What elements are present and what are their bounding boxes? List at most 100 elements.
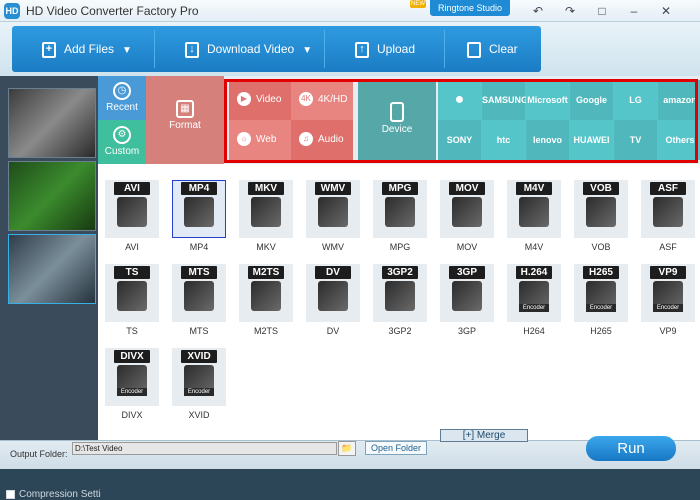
format-badge: 3GP: [449, 266, 485, 279]
format-tile-m4v[interactable]: M4V M4V: [505, 172, 563, 256]
film-reel-icon: [117, 281, 147, 311]
open-folder-button[interactable]: Open Folder: [365, 441, 427, 455]
format-tile-dv[interactable]: DV DV: [304, 256, 362, 340]
film-reel-icon: [318, 281, 348, 311]
film-reel-icon: [318, 197, 348, 227]
format-name: WMV: [322, 242, 344, 252]
upload-button[interactable]: ↑ Upload: [345, 30, 445, 68]
browse-folder-icon[interactable]: 📁: [338, 441, 356, 456]
format-tile-3gp[interactable]: 3GP 3GP: [438, 256, 496, 340]
download-icon: ↓: [185, 41, 199, 58]
main-toolbar: + Add Files ▼ ↓ Download Video ▼ ↑ Upload Cle…: [0, 22, 700, 76]
merge-label: Merge: [476, 430, 506, 441]
add-files-label: Add Files: [64, 42, 115, 56]
clock-icon: ◷: [113, 82, 131, 100]
format-name: ASF: [659, 242, 677, 252]
format-label: Format: [169, 120, 201, 131]
compression-settings-toggle[interactable]: Compression Setti: [6, 489, 101, 500]
encoder-label: Encoder: [653, 304, 683, 312]
format-name: H264: [523, 326, 545, 336]
format-tile-mp4[interactable]: MP4 MP4: [170, 172, 228, 256]
format-tile-xvid[interactable]: XVID Encoder XVID: [170, 340, 228, 424]
film-reel-icon: [519, 197, 549, 227]
format-badge: ASF: [650, 182, 686, 195]
film-reel-icon: [586, 197, 616, 227]
format-badge: TS: [114, 266, 150, 279]
upload-label: Upload: [377, 42, 416, 56]
video-thumbnail[interactable]: [8, 88, 96, 158]
tab-recent[interactable]: ◷ Recent: [98, 76, 146, 120]
file-list-panel: Compression Setti: [0, 76, 101, 500]
redo-icon[interactable]: ↷: [559, 2, 581, 20]
format-badge: MP4: [181, 182, 217, 195]
format-badge: M2TS: [248, 266, 284, 279]
format-name: MPG: [389, 242, 411, 252]
format-tile-mov[interactable]: MOV MOV: [438, 172, 496, 256]
format-tile-wmv[interactable]: WMV WMV: [304, 172, 362, 256]
chat-icon[interactable]: □: [591, 2, 613, 20]
trash-icon: [467, 41, 481, 58]
format-badge: WMV: [315, 182, 351, 195]
merge-button[interactable]: [+] Merge: [440, 429, 528, 442]
format-badge: 3GP2: [382, 266, 418, 279]
highlight-frame: [224, 79, 698, 163]
format-badge: VP9: [650, 266, 686, 279]
film-reel-icon: [452, 281, 482, 311]
format-tile-h264[interactable]: H.264 Encoder H264: [505, 256, 563, 340]
film-reel-icon: [251, 197, 281, 227]
format-tile-avi[interactable]: AVI AVI: [103, 172, 161, 256]
recent-label: Recent: [106, 102, 138, 113]
run-button[interactable]: Run: [586, 436, 676, 461]
film-reel-icon: [184, 281, 214, 311]
minimize-icon[interactable]: –: [623, 2, 645, 20]
encoder-label: Encoder: [184, 388, 214, 396]
format-tile-mkv[interactable]: MKV MKV: [237, 172, 295, 256]
tab-custom[interactable]: ⚙ Custom: [98, 120, 146, 164]
format-name: DV: [326, 326, 340, 336]
format-badge: AVI: [114, 182, 150, 195]
download-video-button[interactable]: ↓ Download Video ▼: [175, 30, 325, 68]
format-tile-vp9[interactable]: VP9 Encoder VP9: [639, 256, 697, 340]
format-grid: AVI AVI MP4 MP4 MKV MKV WMV WMV MPG MPG MOV MOV M4V M…: [98, 164, 700, 440]
format-name: MOV: [456, 242, 478, 252]
format-name: MP4: [189, 242, 209, 252]
format-tile-mpg[interactable]: MPG MPG: [371, 172, 429, 256]
video-thumbnail[interactable]: [8, 161, 96, 231]
format-name: XVID: [188, 410, 210, 420]
format-tile-divx[interactable]: DIVX Encoder DIVX: [103, 340, 161, 424]
clear-button[interactable]: Clear: [457, 30, 541, 68]
format-badge: VOB: [583, 182, 619, 195]
film-reel-icon: [385, 197, 415, 227]
format-tile-3gp2[interactable]: 3GP2 3GP2: [371, 256, 429, 340]
film-reel-icon: [653, 197, 683, 227]
film-reel-icon: [184, 197, 214, 227]
video-thumbnail[interactable]: [8, 234, 96, 304]
chevron-down-icon: ▼: [122, 45, 132, 56]
format-badge: MOV: [449, 182, 485, 195]
format-badge: M4V: [516, 182, 552, 195]
format-tile-asf[interactable]: ASF ASF: [639, 172, 697, 256]
format-badge: DIVX: [114, 350, 150, 363]
tab-format[interactable]: ▦ Format: [146, 76, 224, 164]
format-name: M4V: [524, 242, 544, 252]
format-tile-h265[interactable]: H265 Encoder H265: [572, 256, 630, 340]
compression-checkbox[interactable]: [6, 489, 15, 499]
ringtone-studio-button[interactable]: Ringtone Studio: [430, 0, 510, 16]
add-files-button[interactable]: + Add Files ▼: [32, 30, 155, 68]
format-name: 3GP2: [388, 326, 412, 336]
format-tile-vob[interactable]: VOB VOB: [572, 172, 630, 256]
upload-icon: ↑: [355, 41, 369, 58]
format-name: VP9: [659, 326, 677, 336]
format-name: DIVX: [121, 410, 143, 420]
new-badge: NEW: [410, 0, 426, 8]
output-folder-field[interactable]: D:\Test Video: [72, 442, 337, 455]
format-icon: ▦: [176, 100, 194, 118]
format-tile-m2ts[interactable]: M2TS M2TS: [237, 256, 295, 340]
close-icon[interactable]: ✕: [655, 2, 677, 20]
format-tile-mts[interactable]: MTS MTS: [170, 256, 228, 340]
add-file-icon: +: [42, 41, 56, 58]
format-name: MKV: [256, 242, 276, 252]
format-tile-ts[interactable]: TS TS: [103, 256, 161, 340]
compression-label: Compression Setti: [19, 489, 101, 500]
undo-icon[interactable]: ↶: [527, 2, 549, 20]
